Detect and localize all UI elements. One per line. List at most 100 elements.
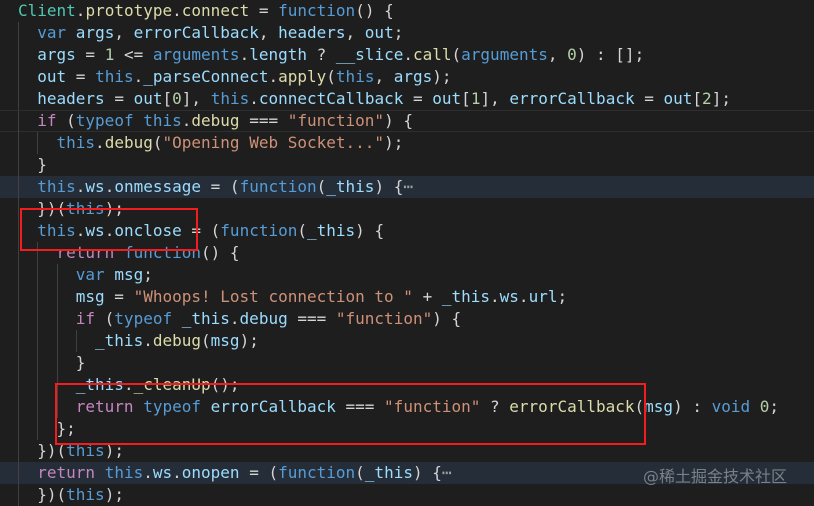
code-text: Client.prototype.connect = function() { [18, 0, 394, 22]
code-token: . [95, 133, 105, 152]
code-token: var [75, 265, 105, 284]
code-token: = [104, 89, 134, 108]
code-token: . [75, 177, 86, 196]
indent-guide [56, 286, 58, 308]
code-token: . [518, 287, 529, 306]
code-token: . [268, 67, 279, 86]
code-token: ) { [432, 309, 462, 328]
code-text: headers = out[0], this.connectCallback =… [37, 88, 731, 110]
indent-guide [18, 176, 19, 198]
code-token: args [37, 45, 76, 64]
indent-guide [37, 330, 39, 352]
indent-guide [18, 22, 19, 44]
code-line[interactable]: out = this._parseConnect.apply(this, arg… [0, 66, 814, 88]
code-text: this.ws.onmessage = (function(_this) {⋯ [37, 176, 413, 198]
code-text: return this.ws.onopen = (function(_this)… [37, 462, 451, 484]
code-token: 0 [567, 45, 577, 64]
code-token: _this [95, 331, 144, 350]
code-token: return [37, 463, 96, 482]
code-token: length [249, 45, 307, 64]
code-line[interactable]: _this.debug(msg); [0, 330, 814, 352]
indent-guide [18, 66, 19, 88]
code-line[interactable]: Client.prototype.connect = function() { [0, 0, 814, 22]
code-token: ]; [711, 89, 731, 108]
code-token: ( [326, 67, 336, 86]
code-token: 1 [104, 45, 115, 64]
code-token: , [114, 23, 134, 42]
code-text: var args, errorCallback, headers, out; [37, 22, 403, 44]
code-token: debug [152, 331, 202, 350]
code-token: ws [152, 463, 173, 482]
code-token: })( [37, 485, 67, 504]
code-token: () { [201, 243, 240, 262]
code-token: , [345, 23, 365, 42]
code-line[interactable]: args = 1 <= arguments.length ? __slice.c… [0, 44, 814, 66]
code-token: . [490, 287, 500, 306]
code-token: errorCallback [509, 89, 635, 108]
indent-guide [37, 374, 39, 396]
code-line[interactable]: msg = "Whoops! Lost connection to " + _t… [0, 286, 814, 308]
code-line[interactable]: this.ws.onmessage = (function(_this) {⋯ [0, 176, 814, 198]
code-line[interactable]: headers = out[0], this.connectCallback =… [0, 88, 814, 110]
code-token: args [75, 23, 115, 42]
code-token: this [66, 485, 105, 504]
code-line[interactable]: } [0, 154, 814, 176]
code-token: [ [162, 89, 173, 108]
code-line[interactable]: var args, errorCallback, headers, out; [0, 22, 814, 44]
code-token: out [133, 89, 163, 108]
code-line[interactable]: } [0, 352, 814, 374]
code-token: 0 [172, 89, 182, 108]
code-token: if [75, 309, 96, 328]
code-token: this [104, 463, 144, 482]
code-token: args [393, 67, 433, 86]
code-token: __slice [335, 45, 404, 64]
code-token: typeof [114, 309, 173, 328]
code-line[interactable]: var msg; [0, 264, 814, 286]
indent-guide [56, 330, 58, 352]
code-token: this [95, 67, 134, 86]
code-token: debug [191, 111, 240, 130]
code-line[interactable]: if (typeof _this.debug === "function") { [0, 308, 814, 330]
code-token: + [412, 287, 442, 306]
code-line[interactable]: })(this); [0, 484, 814, 506]
code-token: debug [104, 133, 153, 152]
code-token: ( [201, 331, 211, 350]
code-token: 1 [470, 89, 481, 108]
code-token: ws [85, 177, 105, 196]
indent-guide [37, 352, 39, 374]
code-text: this.debug("Opening Web Socket..."); [57, 132, 404, 154]
code-token: function [220, 221, 298, 240]
indent-guide [18, 374, 19, 396]
code-token: this [210, 89, 250, 108]
code-token: } [75, 353, 86, 372]
code-token: ) { [412, 463, 442, 482]
code-token: = [634, 89, 664, 108]
fold-ellipsis-icon[interactable]: ⋯ [442, 463, 452, 482]
code-token: ; [769, 397, 780, 416]
code-line[interactable]: this.debug("Opening Web Socket..."); [0, 132, 814, 154]
indent-guide [18, 330, 19, 352]
code-token: ( [152, 133, 163, 152]
code-token: ( [297, 221, 307, 240]
code-token: 2 [702, 89, 712, 108]
code-token: , [374, 67, 394, 86]
fold-ellipsis-icon[interactable]: ⋯ [403, 177, 413, 196]
code-token: "Whoops! Lost connection to " [133, 287, 413, 306]
code-token: out [364, 23, 394, 42]
code-token: () { [355, 1, 394, 20]
code-text: args = 1 <= arguments.length ? __slice.c… [37, 44, 644, 66]
code-token: msg [114, 265, 144, 284]
code-token: . [143, 463, 153, 482]
code-token: ); [432, 67, 452, 86]
indent-guide [18, 132, 19, 154]
indent-guide [37, 418, 39, 440]
code-token: function [239, 177, 317, 196]
code-token: _this [181, 309, 230, 328]
code-token: ( [316, 177, 327, 196]
code-token: === [239, 111, 288, 130]
code-line[interactable]: if (typeof this.debug === "function") { [0, 110, 814, 133]
code-token: headers [278, 23, 346, 42]
